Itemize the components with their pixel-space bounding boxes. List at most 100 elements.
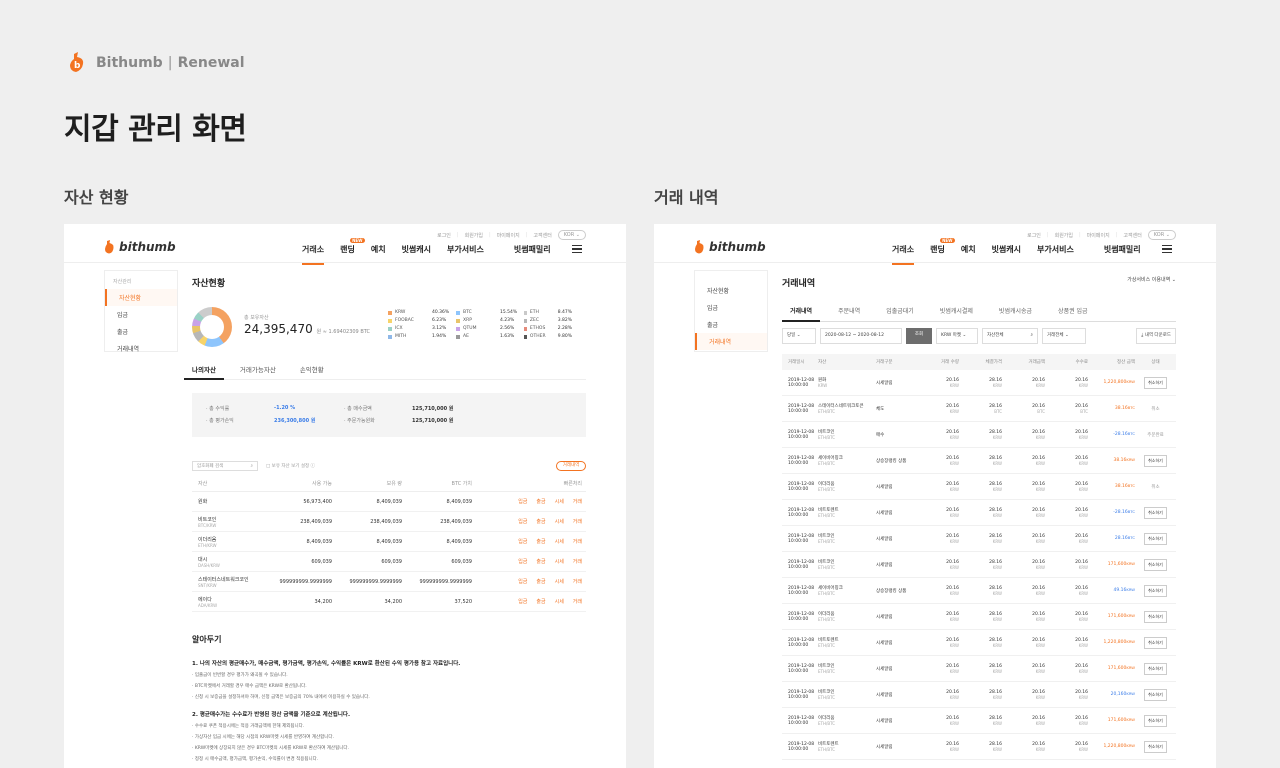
language-select[interactable]: KOR ⌄ <box>557 230 586 240</box>
deposit-link[interactable]: 입금 <box>518 518 527 525</box>
trade-link[interactable]: 거래 <box>573 498 582 505</box>
withdraw-link[interactable]: 출금 <box>536 578 545 585</box>
cancel-button[interactable]: 취소하기 <box>1144 532 1167 545</box>
nav-family[interactable]: 빗썸패밀리 <box>514 244 551 255</box>
service-select[interactable]: 가상서비스 이용내역 ⌄ <box>1127 276 1176 283</box>
tab-my-assets[interactable]: 나의자산 <box>184 364 224 380</box>
nav-lending[interactable]: 랜딩 NEW <box>930 238 955 255</box>
tab-order-history[interactable]: 주문내역 <box>838 306 860 315</box>
mypage-link[interactable]: 마이페이지 <box>1087 232 1110 239</box>
hold-assets-checkbox[interactable]: □ 보유 자산 보기 설정 ⓘ <box>266 463 315 469</box>
cancel-button[interactable]: 취소하기 <box>1144 610 1167 623</box>
quote-link[interactable]: 시세 <box>555 578 564 585</box>
tab-trade-history[interactable]: 거래내역 <box>781 306 821 322</box>
hamburger-menu-icon[interactable] <box>572 245 582 253</box>
side-item-history[interactable]: 거래내역 <box>105 340 177 357</box>
tab-profit-status[interactable]: 손익현황 <box>300 364 324 374</box>
asset-filter-input[interactable]: 자산전체 ⌕ <box>982 328 1038 344</box>
download-button[interactable]: ⤓ 내역 다운로드 <box>1136 328 1176 344</box>
quote-link[interactable]: 시세 <box>555 558 564 565</box>
svg-text:b: b <box>74 61 81 71</box>
cancel-button[interactable]: 취소하기 <box>1144 454 1167 467</box>
side-item-asset-status[interactable]: 자산현황 <box>695 282 767 299</box>
asset-row: 비트코인 BTC/KRW 238,409,039 238,409,039 238,… <box>192 512 586 532</box>
nav-lending[interactable]: 랜딩 NEW <box>340 238 365 255</box>
asset-legend: KRW 40.36% BTC 15.54% ETH 8.47% FOOBAC 6.23%… <box>388 310 572 339</box>
withdraw-link[interactable]: 출금 <box>536 498 545 505</box>
trade-link[interactable]: 거래 <box>573 518 582 525</box>
deposit-link[interactable]: 입금 <box>518 498 527 505</box>
notice-item: · 정정 시 매수금액, 평가금액, 평가손익, 수익률이 변경 적용됩니다. <box>192 757 319 762</box>
tab-tradable-assets[interactable]: 거래가능자산 <box>240 364 276 374</box>
tab-voucher-deposit[interactable]: 상품권 입금 <box>1058 306 1088 315</box>
cancel-button[interactable]: 취소하기 <box>1144 506 1167 519</box>
deposit-link[interactable]: 입금 <box>518 538 527 545</box>
deposit-link[interactable]: 입금 <box>518 598 527 605</box>
withdraw-link[interactable]: 출금 <box>536 598 545 605</box>
trade-link[interactable]: 거래 <box>573 578 582 585</box>
side-item-history[interactable]: 거래내역 <box>695 333 767 350</box>
main-nav: 거래소 랜딩 NEW 예치 빗썸캐시 부가서비스 빗썸패밀리 <box>302 238 551 265</box>
signup-link[interactable]: 회원가입 <box>465 232 483 239</box>
deposit-link[interactable]: 입금 <box>518 578 527 585</box>
cancel-button[interactable]: 취소하기 <box>1144 688 1167 701</box>
trade-link[interactable]: 거래 <box>573 558 582 565</box>
quote-link[interactable]: 시세 <box>555 538 564 545</box>
login-link[interactable]: 로그인 <box>1027 232 1041 239</box>
hamburger-menu-icon[interactable] <box>1162 245 1172 253</box>
history-button[interactable]: 거래내역 <box>556 461 586 471</box>
nav-deposit[interactable]: 예치 <box>961 244 976 255</box>
trade-link[interactable]: 거래 <box>573 538 582 545</box>
tab-cash-payment[interactable]: 빗썸캐시결제 <box>940 306 973 315</box>
withdraw-link[interactable]: 출금 <box>536 558 545 565</box>
support-link[interactable]: 고객센터 <box>1123 232 1141 239</box>
withdraw-link[interactable]: 출금 <box>536 518 545 525</box>
nav-bithumb-cash[interactable]: 빗썸캐시 <box>402 244 431 255</box>
period-select[interactable]: 당일 ⌄ <box>782 328 816 344</box>
withdraw-link[interactable]: 출금 <box>536 538 545 545</box>
language-select[interactable]: KOR ⌄ <box>1147 230 1176 240</box>
mypage-link[interactable]: 마이페이지 <box>497 232 520 239</box>
legend-item: ETHOS 2.28% <box>524 326 572 331</box>
login-link[interactable]: 로그인 <box>437 232 451 239</box>
nav-exchange[interactable]: 거래소 <box>892 244 915 265</box>
tab-cash-transfer[interactable]: 빗썸캐시송금 <box>999 306 1032 315</box>
cancel-button[interactable]: 취소하기 <box>1144 558 1167 571</box>
trade-link[interactable]: 거래 <box>573 598 582 605</box>
nav-exchange[interactable]: 거래소 <box>302 244 325 265</box>
tab-pending[interactable]: 입출금대기 <box>886 306 914 315</box>
nav-extra-services[interactable]: 부가서비스 <box>1037 244 1074 255</box>
side-item-asset-status[interactable]: 자산현황 <box>105 289 177 306</box>
nav-family[interactable]: 빗썸패밀리 <box>1104 244 1141 255</box>
nav-deposit[interactable]: 예치 <box>371 244 386 255</box>
legend-item: FOOBAC 6.23% <box>388 318 456 323</box>
side-item-deposit[interactable]: 입금 <box>695 299 767 316</box>
side-item-withdraw[interactable]: 출금 <box>695 316 767 333</box>
side-item-withdraw[interactable]: 출금 <box>105 323 177 340</box>
market-select[interactable]: KRW 마켓 ⌄ <box>936 328 978 344</box>
nav-extra-services[interactable]: 부가서비스 <box>447 244 484 255</box>
notice-item: · KRW마켓에 상장되지 않은 경우 BTC마켓의 시세를 KRW로 환산하여… <box>192 746 349 751</box>
quote-link[interactable]: 시세 <box>555 518 564 525</box>
cancel-button[interactable]: 취소하기 <box>1144 714 1167 727</box>
quote-link[interactable]: 시세 <box>555 598 564 605</box>
cancel-button[interactable]: 취소하기 <box>1144 662 1167 675</box>
support-link[interactable]: 고객센터 <box>533 232 551 239</box>
deposit-link[interactable]: 입금 <box>518 558 527 565</box>
cancel-button[interactable]: 취소하기 <box>1144 740 1167 753</box>
quote-link[interactable]: 시세 <box>555 498 564 505</box>
cancel-button[interactable]: 취소하기 <box>1144 636 1167 649</box>
coin-search-input[interactable]: 암호화폐 검색 ⌕ <box>192 461 258 471</box>
header-logo[interactable]: bithumb <box>694 240 766 254</box>
nav-bithumb-cash[interactable]: 빗썸캐시 <box>992 244 1021 255</box>
trade-type-select[interactable]: 거래전체 ⌄ <box>1042 328 1086 344</box>
history-title: 거래내역 <box>782 279 816 289</box>
side-item-deposit[interactable]: 입금 <box>105 306 177 323</box>
signup-link[interactable]: 회원가입 <box>1055 232 1073 239</box>
notice-item: · 신청 시 보증금을 설정하셔야 하며, 신청 금액은 보증금의 70% 내에… <box>192 695 370 700</box>
cancel-button[interactable]: 취소하기 <box>1144 376 1167 389</box>
date-range-input[interactable]: 2020-08-12 ~ 2020-08-12 <box>820 328 902 344</box>
cancel-button[interactable]: 취소하기 <box>1144 584 1167 597</box>
search-button[interactable]: 조회 <box>906 328 932 344</box>
header-logo[interactable]: bithumb <box>104 240 176 254</box>
